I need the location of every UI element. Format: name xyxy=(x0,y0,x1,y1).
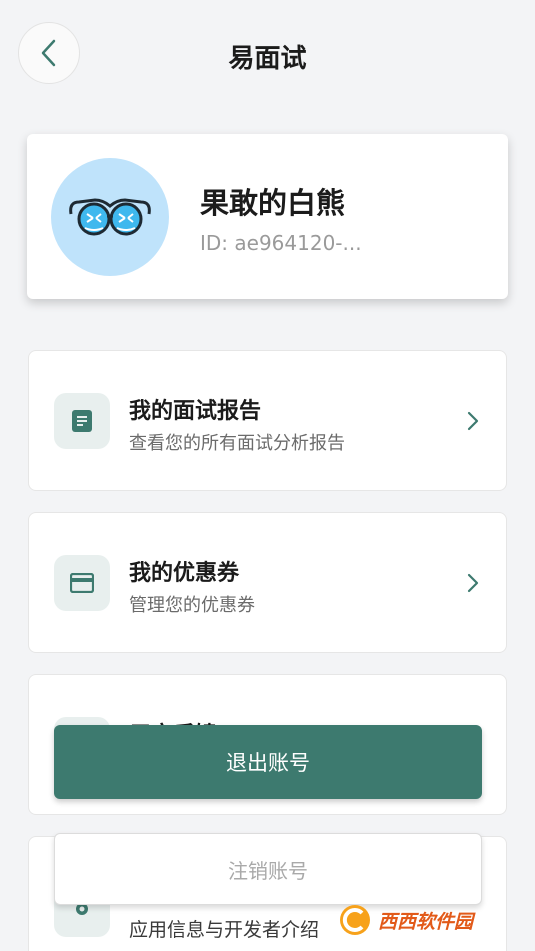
avatar[interactable] xyxy=(51,158,169,276)
menu-item-coupons[interactable]: 我的优惠券 管理您的优惠券 xyxy=(28,512,507,653)
profile-card: 果敢的白熊 ID: ae964120-... xyxy=(27,134,508,299)
menu-item-title: 我的优惠券 xyxy=(129,561,240,586)
menu-item-interview-reports[interactable]: 我的面试报告 查看您的所有面试分析报告 xyxy=(28,350,507,491)
menu-item-title: 我的面试报告 xyxy=(129,399,262,424)
card-icon xyxy=(70,573,94,593)
watermark: 西西软件园 xyxy=(338,898,518,942)
glasses-avatar-icon xyxy=(69,198,151,236)
chevron-right-icon xyxy=(467,411,479,431)
menu-icon-box xyxy=(54,555,110,611)
menu-item-subtitle: 应用信息与开发者介绍 xyxy=(129,919,320,941)
report-icon xyxy=(72,410,92,432)
logout-button[interactable]: 退出账号 xyxy=(54,725,482,799)
cancel-account-button[interactable]: 注销账号 xyxy=(54,833,482,905)
user-id: ID: ae964120-... xyxy=(200,231,362,255)
app-header: 易面试 xyxy=(0,0,535,110)
menu-item-subtitle: 查看您的所有面试分析报告 xyxy=(129,433,345,454)
menu-icon-box xyxy=(54,393,110,449)
user-name: 果敢的白熊 xyxy=(200,186,346,220)
page-title: 易面试 xyxy=(228,44,307,74)
watermark-text: 西西软件园 xyxy=(378,910,474,933)
chevron-right-icon xyxy=(467,573,479,593)
menu-item-subtitle: 管理您的优惠券 xyxy=(129,595,255,616)
watermark-logo-icon xyxy=(340,905,370,935)
